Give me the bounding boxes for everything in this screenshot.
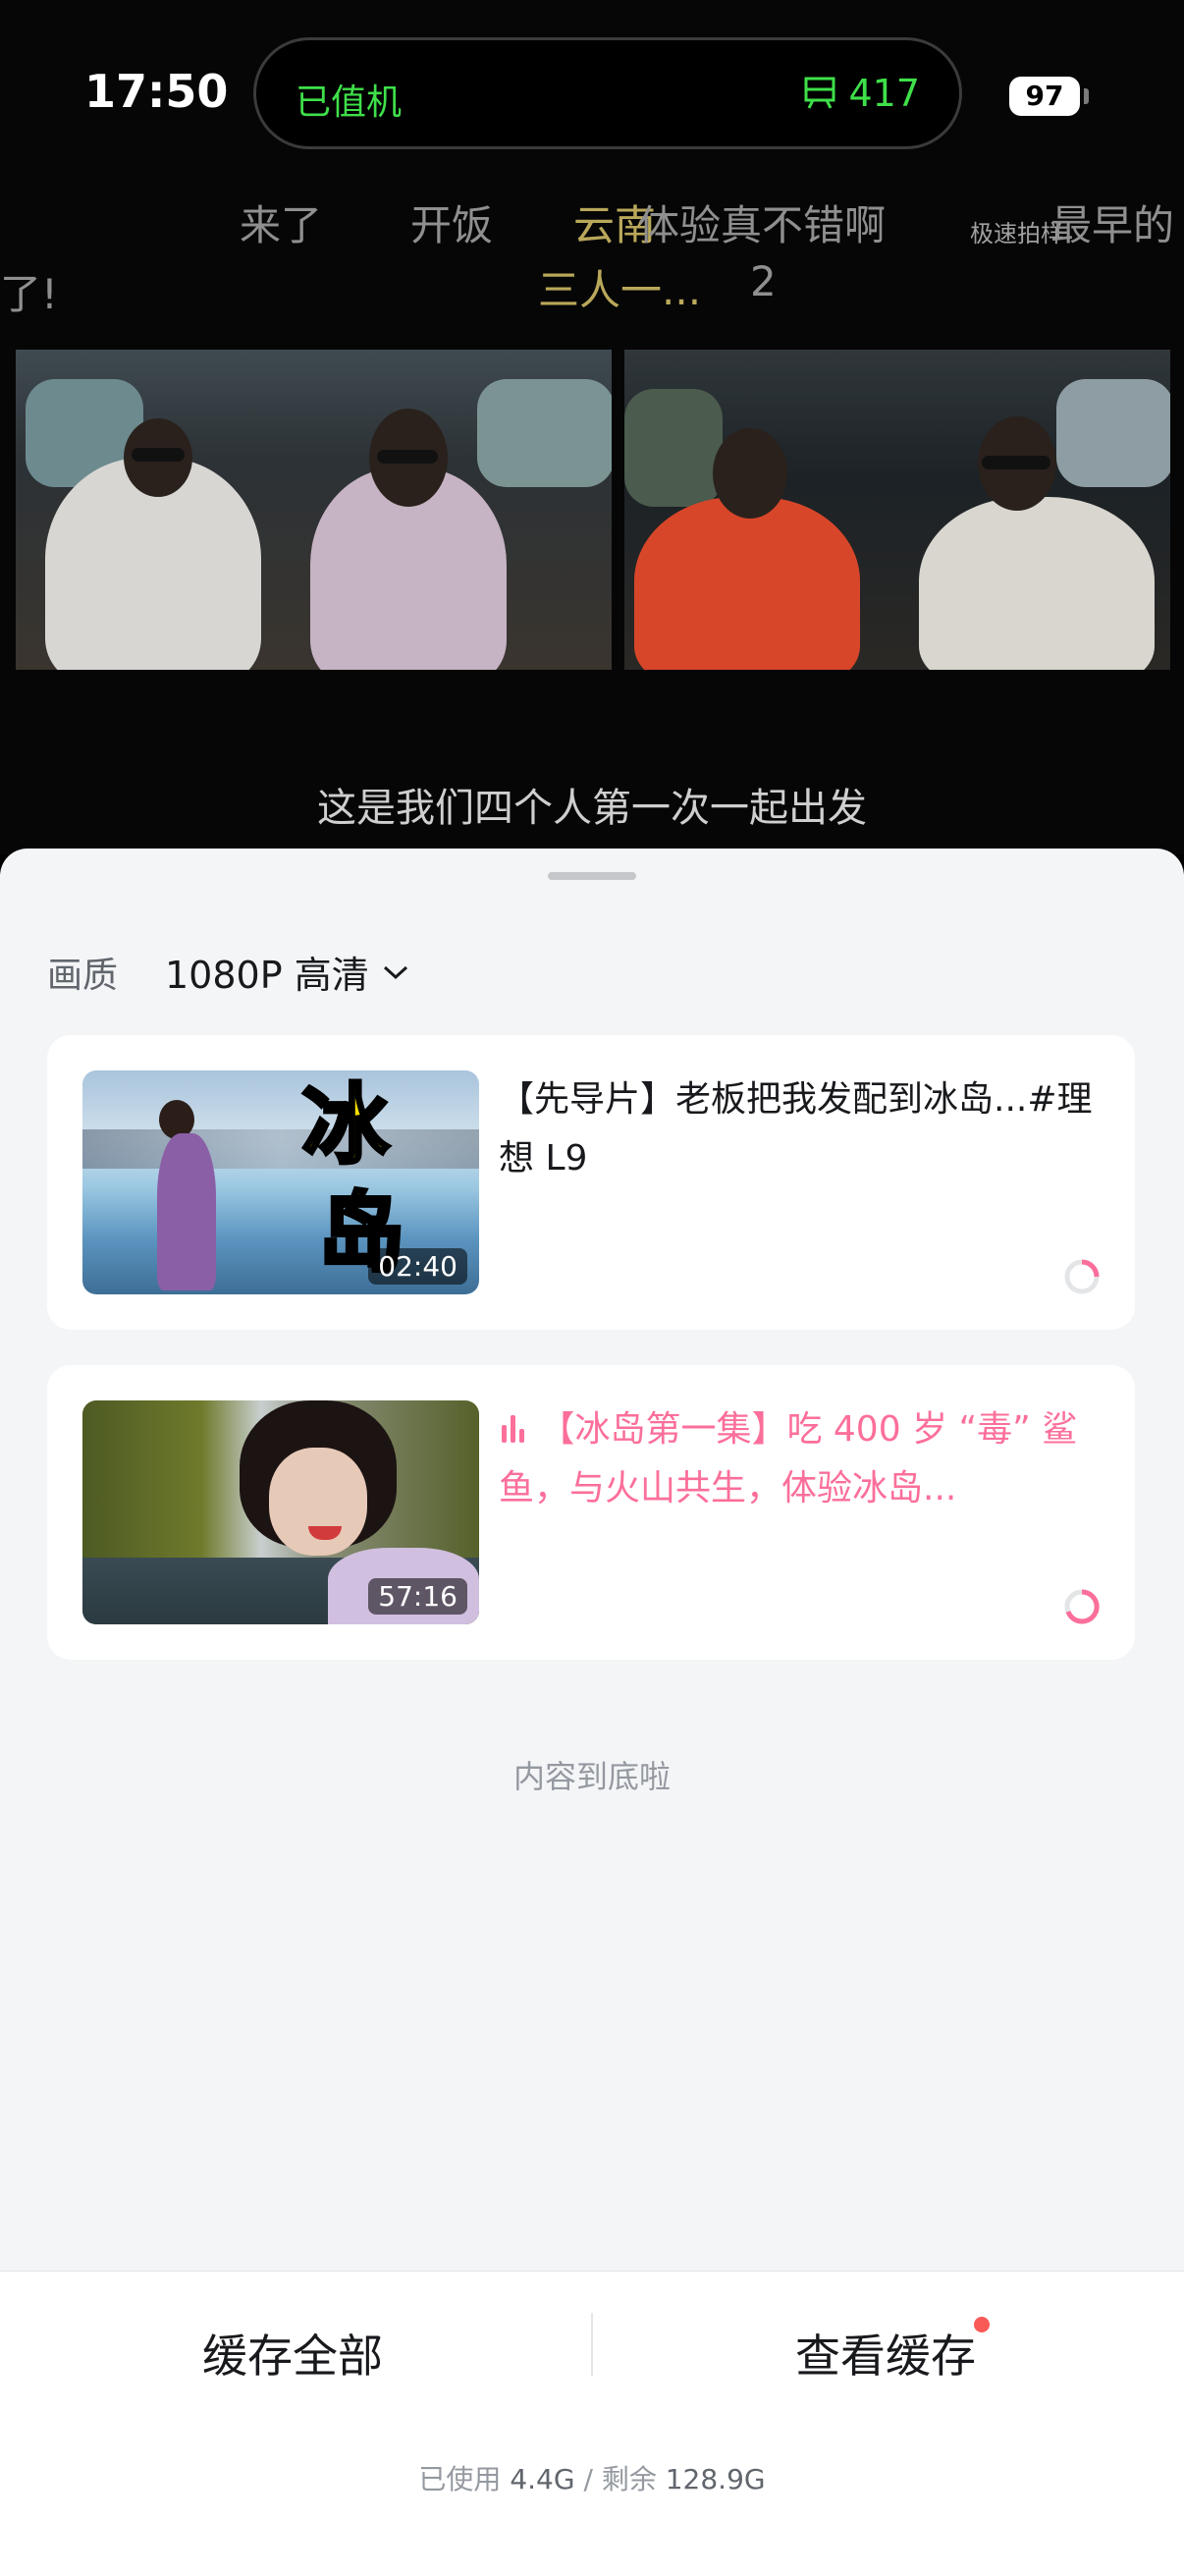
quality-selector[interactable]: 1080P 高清	[165, 945, 410, 999]
storage-used-label: 已使用	[418, 2463, 502, 2495]
battery-tip	[1084, 88, 1089, 104]
video-duration: 02:40	[368, 1248, 467, 1285]
storage-separator: /	[583, 2463, 602, 2495]
bottom-action-bar: 缓存全部 查看缓存 已使用 4.4G / 剩余 128.9G	[0, 2271, 1184, 2576]
danmaku-comment: 开饭	[410, 201, 494, 249]
danmaku-comment: 来了	[240, 201, 323, 249]
boarding-icon	[804, 77, 835, 109]
flight-info: 417	[803, 72, 920, 115]
storage-info: 已使用 4.4G / 剩余 128.9G	[0, 2458, 1184, 2497]
cache-item[interactable]: 冰 岛 02:40 【先导片】老板把我发配到冰岛...#理想 L9	[47, 1035, 1135, 1330]
sheet-drag-handle[interactable]	[548, 872, 636, 880]
video-player[interactable]: 17:50 已值机 417 97 来了 开饭 云南 体验真不错啊 了! 三人一.…	[0, 0, 1184, 854]
cache-sheet: 画质 1080P 高清 冰 岛 02:40 【先导片】老板把我发配到冰岛...#…	[0, 849, 1184, 2576]
video-title-playing: 【冰岛第一集】吃 400 岁 “毒” 鲨鱼，与火山共生，体验冰岛...	[499, 1400, 1107, 1518]
video-thumbnail: 冰 岛 02:40	[82, 1070, 479, 1294]
list-end-text: 内容到底啦	[512, 1758, 671, 1795]
danmaku-comment: 三人一...	[538, 266, 702, 314]
battery-icon: 97	[1009, 77, 1080, 116]
danmaku-comment: 最早的	[1050, 201, 1175, 249]
status-time: 17:50	[84, 65, 229, 118]
storage-used: 4.4G	[510, 2463, 575, 2495]
flight-status: 已值机	[296, 82, 403, 123]
danmaku-comment: 了!	[0, 270, 58, 318]
flight-number: 417	[848, 72, 920, 115]
quality-value: 1080P 高清	[165, 954, 369, 997]
cache-item[interactable]: 57:16 【冰岛第一集】吃 400 岁 “毒” 鲨鱼，与火山共生，体验冰岛..…	[47, 1365, 1135, 1660]
quality-label: 画质	[47, 956, 119, 996]
cache-all-button[interactable]: 缓存全部	[202, 2321, 383, 2385]
storage-remain-label: 剩余	[601, 2463, 657, 2495]
video-duration: 57:16	[368, 1578, 467, 1615]
storage-remain: 128.9G	[665, 2463, 766, 2495]
video-frame-left	[16, 350, 612, 670]
view-cache-button[interactable]: 查看缓存	[795, 2321, 976, 2385]
dynamic-island: 已值机 417	[253, 37, 962, 149]
chevron-down-icon	[383, 965, 407, 979]
download-progress-icon	[1064, 1259, 1100, 1294]
playing-bars-icon	[502, 1415, 524, 1443]
download-progress-icon	[1064, 1589, 1100, 1624]
video-thumbnail: 57:16	[82, 1400, 479, 1624]
danmaku-comment: 体验真不错啊	[638, 201, 887, 249]
notification-dot	[974, 2317, 990, 2332]
svg-text:冰: 冰	[302, 1074, 390, 1176]
danmaku-comment: 2	[750, 257, 777, 305]
video-frame-right	[624, 350, 1170, 670]
divider	[591, 2313, 593, 2376]
video-title: 【先导片】老板把我发配到冰岛...#理想 L9	[499, 1079, 1093, 1178]
video-title: 【冰岛第一集】吃 400 岁 “毒” 鲨鱼，与火山共生，体验冰岛...	[499, 1409, 1078, 1508]
video-subtitle: 这是我们四个人第一次一起出发	[317, 786, 867, 831]
